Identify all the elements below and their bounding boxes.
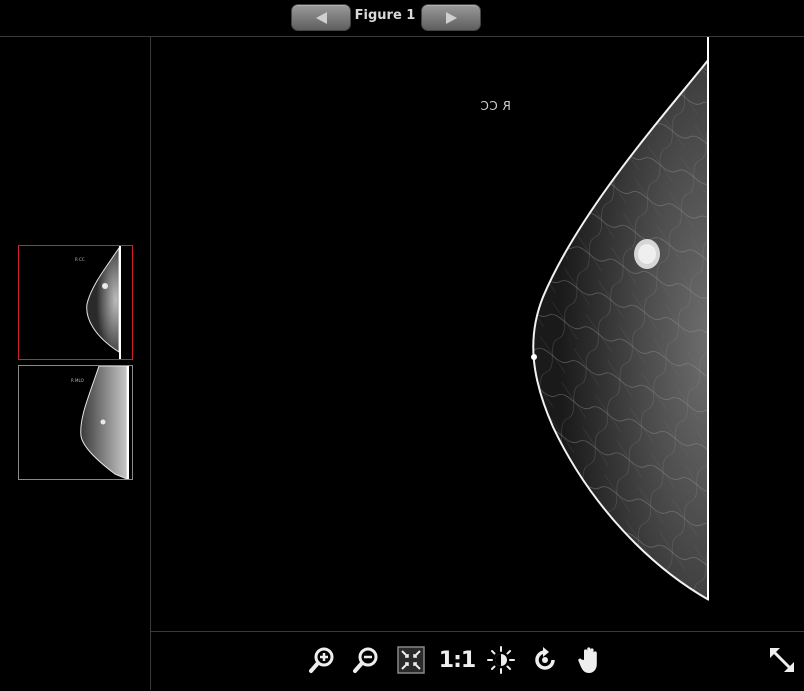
view-orientation-label: R CC [480, 99, 511, 113]
thumbnail-r-mlo[interactable]: R MLO [18, 365, 133, 480]
triangle-left-icon [315, 11, 327, 24]
fit-to-screen-icon [397, 646, 425, 674]
fit-to-screen-button[interactable] [395, 644, 427, 676]
thumbnail-view-label: R MLO [71, 378, 84, 383]
zoom-in-button[interactable] [306, 644, 338, 676]
mammogram-image [531, 37, 804, 601]
actual-size-button[interactable]: 1:1 [438, 644, 476, 676]
figure-title: Figure 1 [354, 8, 416, 23]
previous-figure-button[interactable] [291, 4, 351, 31]
pan-button[interactable] [574, 644, 606, 676]
figure-navigation-bar: Figure 1 [0, 0, 804, 37]
triangle-right-icon [445, 11, 457, 24]
thumbnail-view-label: R CC [75, 257, 85, 262]
image-toolbar: 1:1 [151, 631, 804, 691]
fullscreen-expand-icon [770, 648, 794, 672]
mammogram-cc-thumbnail-image [86, 246, 121, 359]
zoom-out-icon [353, 647, 378, 673]
actual-size-label: 1:1 [438, 647, 476, 673]
rotate-button[interactable] [529, 644, 561, 676]
rotate-icon [535, 647, 555, 670]
thumbnail-r-cc[interactable]: R CC [18, 245, 133, 360]
brightness-icon [487, 646, 515, 674]
brightness-contrast-button[interactable] [485, 644, 517, 676]
zoom-out-button[interactable] [350, 644, 382, 676]
thumbnail-panel: R CC R MLO [0, 37, 151, 690]
next-figure-button[interactable] [421, 4, 481, 31]
fullscreen-button[interactable] [766, 644, 798, 676]
image-viewer[interactable]: R CC [151, 37, 804, 630]
pan-hand-icon [578, 647, 597, 673]
zoom-in-icon [309, 647, 334, 673]
